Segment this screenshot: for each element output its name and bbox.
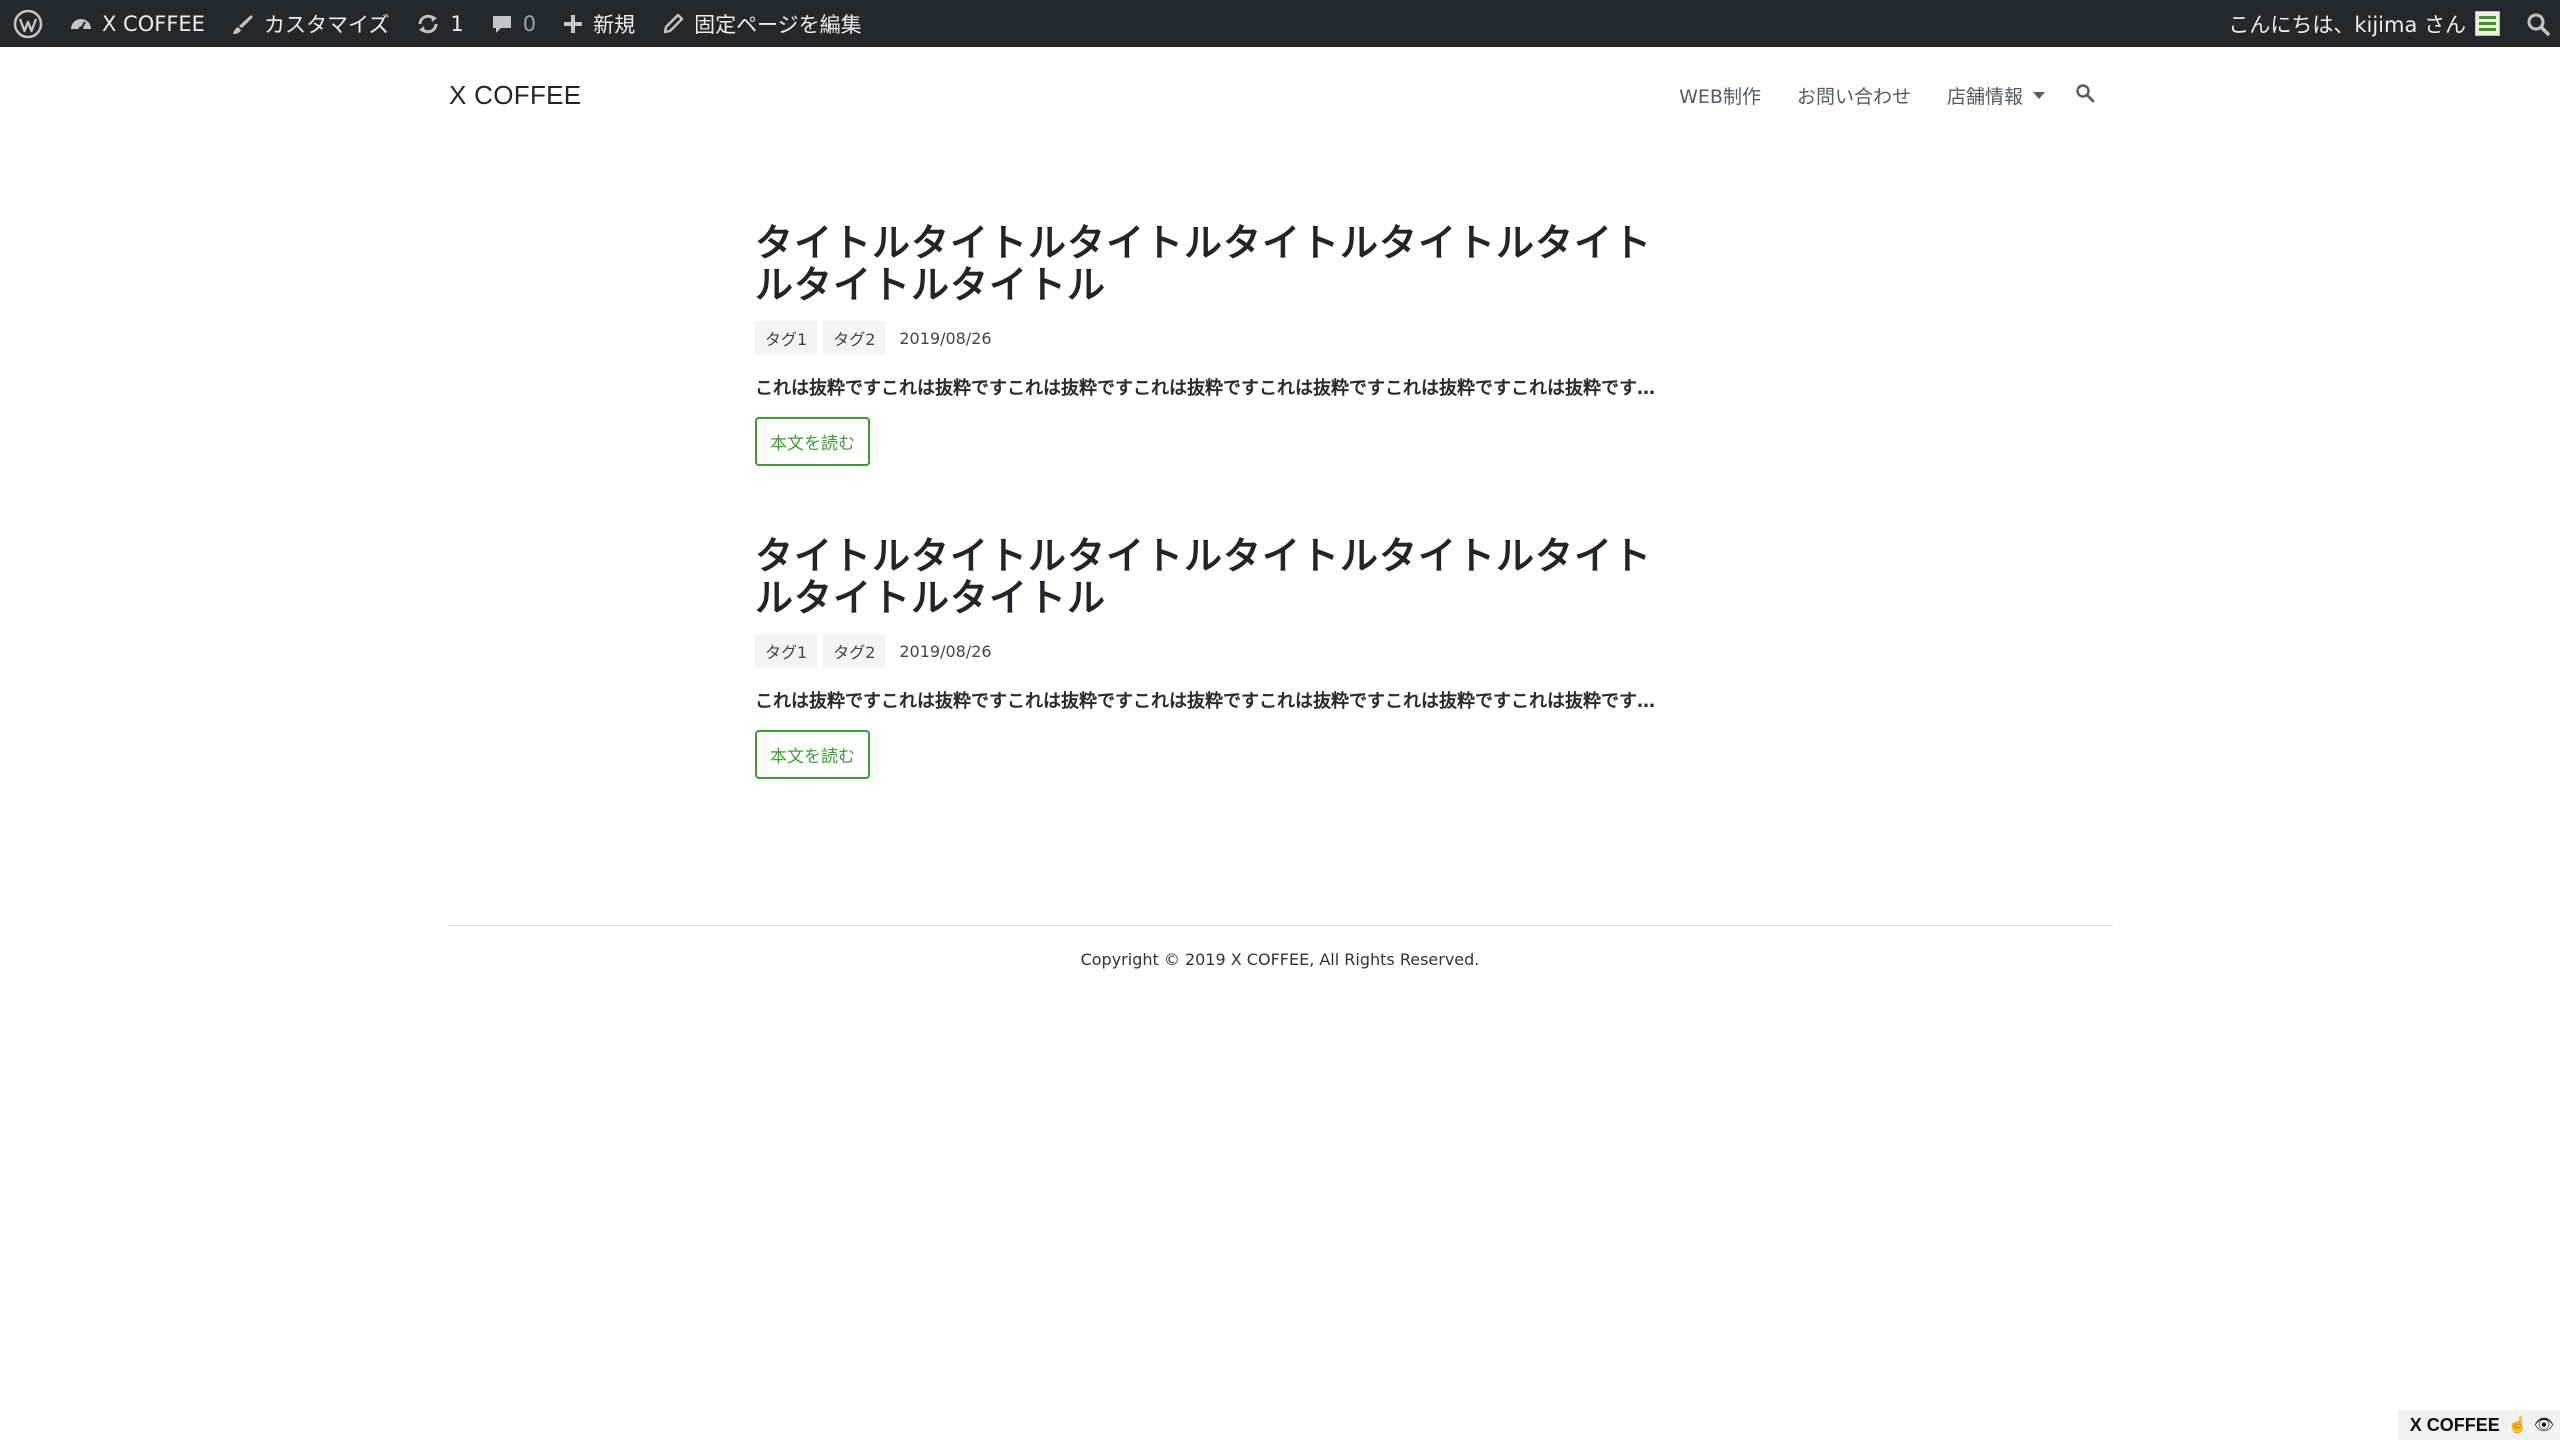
read-more-button[interactable]: 本文を読む <box>755 417 870 466</box>
dashboard-icon <box>69 13 93 35</box>
post-card: タイトルタイトルタイトルタイトルタイトルタイトルタイトルタイトル タグ1 タグ2… <box>755 535 1660 779</box>
main-nav: WEB制作 お問い合わせ 店舗情報 <box>1643 82 2095 109</box>
caret-down-icon <box>2033 92 2045 99</box>
footer-divider <box>448 925 2113 926</box>
comments-link[interactable]: 0 <box>477 0 549 47</box>
site-badge[interactable]: X COFFEE ☝ 👁 <box>2397 1410 2560 1440</box>
nav-item-web[interactable]: WEB制作 <box>1679 82 1761 109</box>
edit-page-label: 固定ページを編集 <box>694 12 862 37</box>
comments-count: 0 <box>522 11 537 36</box>
tag-badge[interactable]: タグ2 <box>823 321 886 355</box>
new-label: 新規 <box>593 12 636 37</box>
pencil-icon <box>661 12 685 36</box>
site-name-menu[interactable]: X COFFEE <box>56 0 218 47</box>
post-excerpt: これは抜粋ですこれは抜粋ですこれは抜粋ですこれは抜粋ですこれは抜粋ですこれは抜粋… <box>755 378 1655 399</box>
updates-link[interactable]: 1 <box>402 0 476 47</box>
comment-icon <box>490 12 514 36</box>
post-meta: タグ1 タグ2 2019/08/26 <box>755 634 1660 668</box>
search-icon <box>2075 83 2095 108</box>
new-content-menu[interactable]: 新規 <box>549 0 648 47</box>
customize-link[interactable]: カスタマイズ <box>218 0 402 47</box>
plus-icon <box>562 13 584 35</box>
eye-icon: 👁 <box>2533 1417 2554 1434</box>
tag-badge[interactable]: タグ1 <box>755 634 818 668</box>
post-excerpt: これは抜粋ですこれは抜粋ですこれは抜粋ですこれは抜粋ですこれは抜粋ですこれは抜粋… <box>755 691 1655 712</box>
brush-icon <box>231 12 255 36</box>
updates-count: 1 <box>450 11 464 36</box>
read-more-button[interactable]: 本文を読む <box>755 730 870 779</box>
tag-badge[interactable]: タグ1 <box>755 321 818 355</box>
post-title[interactable]: タイトルタイトルタイトルタイトルタイトルタイトルタイトルタイトル <box>755 222 1660 306</box>
nav-item-contact[interactable]: お問い合わせ <box>1797 82 1911 109</box>
site-name-label: X COFFEE <box>102 11 205 36</box>
post-title[interactable]: タイトルタイトルタイトルタイトルタイトルタイトルタイトルタイトル <box>755 535 1660 619</box>
admin-bar: X COFFEE カスタマイズ 1 0 新規 固定ページを編集 こんにちは、ki… <box>0 0 2560 47</box>
nav-search-button[interactable] <box>2075 83 2095 108</box>
adminbar-search-button[interactable] <box>2513 0 2560 47</box>
pointer-hand-icon: ☝ <box>2507 1417 2528 1434</box>
edit-page-link[interactable]: 固定ページを編集 <box>648 0 875 47</box>
copyright-text: Copyright © 2019 X COFFEE, All Rights Re… <box>1080 950 1480 969</box>
post-meta: タグ1 タグ2 2019/08/26 <box>755 321 1660 355</box>
customize-label: カスタマイズ <box>263 12 390 37</box>
nav-item-store-info[interactable]: 店舗情報 <box>1947 82 2045 109</box>
search-icon <box>2526 12 2550 36</box>
post-date: 2019/08/26 <box>899 641 992 661</box>
nav-item-store-info-label: 店舗情報 <box>1946 86 2023 108</box>
post-card: タイトルタイトルタイトルタイトルタイトルタイトルタイトルタイトル タグ1 タグ2… <box>755 222 1660 466</box>
site-badge-label: X COFFEE <box>2409 1414 2500 1435</box>
site-title[interactable]: X COFFEE <box>449 80 581 111</box>
avatar <box>2475 11 2500 36</box>
tag-badge[interactable]: タグ2 <box>823 634 886 668</box>
update-icon <box>415 12 441 36</box>
wordpress-logo-button[interactable] <box>0 0 56 47</box>
greeting-label: こんにちは、kijima さん <box>2228 12 2466 37</box>
post-date: 2019/08/26 <box>899 328 992 348</box>
wordpress-logo-icon <box>13 9 43 39</box>
my-account-menu[interactable]: こんにちは、kijima さん <box>2215 0 2513 47</box>
